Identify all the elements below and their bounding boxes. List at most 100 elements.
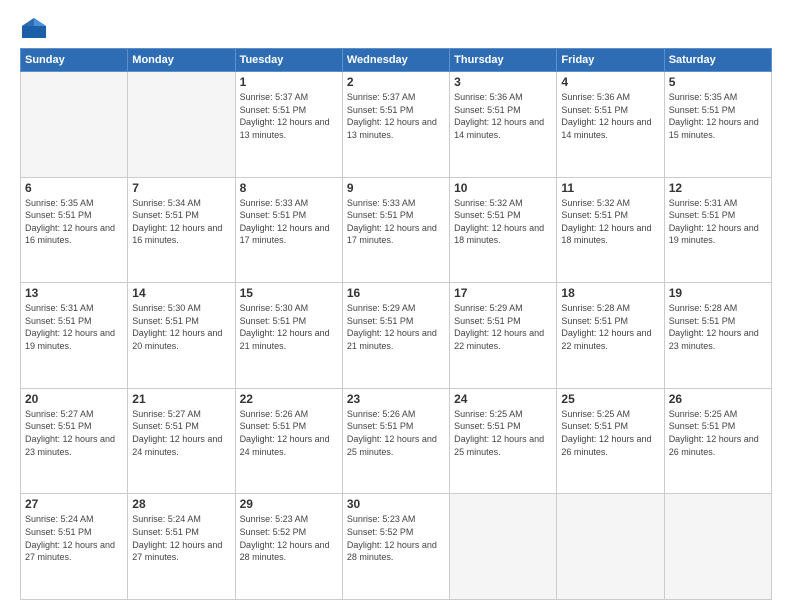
day-cell: 21 Sunrise: 5:27 AM Sunset: 5:51 PM Dayli… — [128, 388, 235, 494]
day-info: Sunrise: 5:28 AM Sunset: 5:51 PM Dayligh… — [561, 302, 659, 352]
day-number: 24 — [454, 392, 552, 406]
column-header-wednesday: Wednesday — [342, 49, 449, 72]
day-cell: 20 Sunrise: 5:27 AM Sunset: 5:51 PM Dayli… — [21, 388, 128, 494]
day-cell: 25Sunrise: 5:25 AM Sunset: 5:51 PM Dayli… — [557, 388, 664, 494]
day-number: 1 — [240, 75, 338, 89]
day-info: Sunrise: 5:32 AM Sunset: 5:51 PM Dayligh… — [454, 197, 552, 247]
day-cell — [557, 494, 664, 600]
day-number: 7 — [132, 181, 230, 195]
column-header-thursday: Thursday — [450, 49, 557, 72]
day-cell — [21, 72, 128, 178]
day-info: Sunrise: 5:27 AM Sunset: 5:51 PM Dayligh… — [132, 408, 230, 458]
day-cell: 29 Sunrise: 5:23 AM Sunset: 5:52 PM Dayli… — [235, 494, 342, 600]
day-number: 5 — [669, 75, 767, 89]
day-number: 14 — [132, 286, 230, 300]
day-info: Sunrise: 5:31 AM Sunset: 5:51 PM Dayligh… — [669, 197, 767, 247]
day-cell: 19Sunrise: 5:28 AM Sunset: 5:51 PM Dayli… — [664, 283, 771, 389]
calendar-table: SundayMondayTuesdayWednesdayThursdayFrid… — [20, 48, 772, 600]
day-info: Sunrise: 5:24 AM Sunset: 5:51 PM Dayligh… — [25, 513, 123, 563]
day-cell: 16Sunrise: 5:29 AM Sunset: 5:51 PM Dayli… — [342, 283, 449, 389]
day-cell: 30Sunrise: 5:23 AM Sunset: 5:52 PM Dayli… — [342, 494, 449, 600]
day-number: 23 — [347, 392, 445, 406]
day-cell: 28Sunrise: 5:24 AM Sunset: 5:51 PM Dayli… — [128, 494, 235, 600]
day-cell: 23 Sunrise: 5:26 AM Sunset: 5:51 PM Dayli… — [342, 388, 449, 494]
day-number: 10 — [454, 181, 552, 195]
day-number: 29 — [240, 497, 338, 511]
day-info: Sunrise: 5:30 AM Sunset: 5:51 PM Dayligh… — [240, 302, 338, 352]
day-info: Sunrise: 5:35 AM Sunset: 5:51 PM Dayligh… — [669, 91, 767, 141]
day-cell: 13 Sunrise: 5:31 AM Sunset: 5:51 PM Dayli… — [21, 283, 128, 389]
day-cell: 6 Sunrise: 5:35 AM Sunset: 5:51 PM Daylig… — [21, 177, 128, 283]
day-number: 8 — [240, 181, 338, 195]
day-info: Sunrise: 5:25 AM Sunset: 5:51 PM Dayligh… — [561, 408, 659, 458]
day-cell: 14 Sunrise: 5:30 AM Sunset: 5:51 PM Dayli… — [128, 283, 235, 389]
day-number: 13 — [25, 286, 123, 300]
day-number: 26 — [669, 392, 767, 406]
day-number: 2 — [347, 75, 445, 89]
week-row-4: 20 Sunrise: 5:27 AM Sunset: 5:51 PM Dayli… — [21, 388, 772, 494]
day-cell: 10 Sunrise: 5:32 AM Sunset: 5:51 PM Dayli… — [450, 177, 557, 283]
day-number: 17 — [454, 286, 552, 300]
day-info: Sunrise: 5:23 AM Sunset: 5:52 PM Dayligh… — [347, 513, 445, 563]
day-cell: 26 Sunrise: 5:25 AM Sunset: 5:51 PM Dayli… — [664, 388, 771, 494]
day-number: 20 — [25, 392, 123, 406]
day-cell: 8 Sunrise: 5:33 AM Sunset: 5:51 PM Daylig… — [235, 177, 342, 283]
column-header-friday: Friday — [557, 49, 664, 72]
logo — [20, 16, 52, 40]
day-info: Sunrise: 5:23 AM Sunset: 5:52 PM Dayligh… — [240, 513, 338, 563]
day-cell: 22 Sunrise: 5:26 AM Sunset: 5:51 PM Dayli… — [235, 388, 342, 494]
day-number: 18 — [561, 286, 659, 300]
day-info: Sunrise: 5:33 AM Sunset: 5:51 PM Dayligh… — [347, 197, 445, 247]
day-cell — [128, 72, 235, 178]
day-info: Sunrise: 5:32 AM Sunset: 5:51 PM Dayligh… — [561, 197, 659, 247]
day-number: 11 — [561, 181, 659, 195]
logo-icon — [20, 16, 48, 40]
day-info: Sunrise: 5:30 AM Sunset: 5:51 PM Dayligh… — [132, 302, 230, 352]
week-row-3: 13 Sunrise: 5:31 AM Sunset: 5:51 PM Dayli… — [21, 283, 772, 389]
day-cell: 4Sunrise: 5:36 AM Sunset: 5:51 PM Daylig… — [557, 72, 664, 178]
column-header-sunday: Sunday — [21, 49, 128, 72]
day-cell: 1 Sunrise: 5:37 AM Sunset: 5:51 PM Daylig… — [235, 72, 342, 178]
day-number: 22 — [240, 392, 338, 406]
day-info: Sunrise: 5:36 AM Sunset: 5:51 PM Dayligh… — [454, 91, 552, 141]
day-number: 4 — [561, 75, 659, 89]
day-info: Sunrise: 5:37 AM Sunset: 5:51 PM Dayligh… — [240, 91, 338, 141]
day-cell: 17Sunrise: 5:29 AM Sunset: 5:51 PM Dayli… — [450, 283, 557, 389]
column-header-tuesday: Tuesday — [235, 49, 342, 72]
day-cell: 7Sunrise: 5:34 AM Sunset: 5:51 PM Daylig… — [128, 177, 235, 283]
header-row: SundayMondayTuesdayWednesdayThursdayFrid… — [21, 49, 772, 72]
week-row-5: 27Sunrise: 5:24 AM Sunset: 5:51 PM Dayli… — [21, 494, 772, 600]
day-number: 9 — [347, 181, 445, 195]
column-header-monday: Monday — [128, 49, 235, 72]
day-info: Sunrise: 5:26 AM Sunset: 5:51 PM Dayligh… — [347, 408, 445, 458]
day-cell: 3 Sunrise: 5:36 AM Sunset: 5:51 PM Daylig… — [450, 72, 557, 178]
day-number: 12 — [669, 181, 767, 195]
week-row-1: 1 Sunrise: 5:37 AM Sunset: 5:51 PM Daylig… — [21, 72, 772, 178]
day-info: Sunrise: 5:25 AM Sunset: 5:51 PM Dayligh… — [669, 408, 767, 458]
column-header-saturday: Saturday — [664, 49, 771, 72]
day-cell: 5 Sunrise: 5:35 AM Sunset: 5:51 PM Daylig… — [664, 72, 771, 178]
day-info: Sunrise: 5:33 AM Sunset: 5:51 PM Dayligh… — [240, 197, 338, 247]
day-info: Sunrise: 5:29 AM Sunset: 5:51 PM Dayligh… — [347, 302, 445, 352]
day-number: 19 — [669, 286, 767, 300]
day-number: 21 — [132, 392, 230, 406]
day-cell — [664, 494, 771, 600]
header — [20, 16, 772, 40]
day-cell: 11 Sunrise: 5:32 AM Sunset: 5:51 PM Dayli… — [557, 177, 664, 283]
day-number: 6 — [25, 181, 123, 195]
day-info: Sunrise: 5:31 AM Sunset: 5:51 PM Dayligh… — [25, 302, 123, 352]
day-cell — [450, 494, 557, 600]
day-cell: 15 Sunrise: 5:30 AM Sunset: 5:51 PM Dayli… — [235, 283, 342, 389]
day-info: Sunrise: 5:26 AM Sunset: 5:51 PM Dayligh… — [240, 408, 338, 458]
day-info: Sunrise: 5:27 AM Sunset: 5:51 PM Dayligh… — [25, 408, 123, 458]
day-cell: 27Sunrise: 5:24 AM Sunset: 5:51 PM Dayli… — [21, 494, 128, 600]
calendar-page: SundayMondayTuesdayWednesdayThursdayFrid… — [0, 0, 792, 612]
day-info: Sunrise: 5:25 AM Sunset: 5:51 PM Dayligh… — [454, 408, 552, 458]
day-number: 3 — [454, 75, 552, 89]
day-number: 15 — [240, 286, 338, 300]
day-cell: 9 Sunrise: 5:33 AM Sunset: 5:51 PM Daylig… — [342, 177, 449, 283]
day-info: Sunrise: 5:35 AM Sunset: 5:51 PM Dayligh… — [25, 197, 123, 247]
day-info: Sunrise: 5:37 AM Sunset: 5:51 PM Dayligh… — [347, 91, 445, 141]
day-cell: 24 Sunrise: 5:25 AM Sunset: 5:51 PM Dayli… — [450, 388, 557, 494]
day-info: Sunrise: 5:24 AM Sunset: 5:51 PM Dayligh… — [132, 513, 230, 563]
